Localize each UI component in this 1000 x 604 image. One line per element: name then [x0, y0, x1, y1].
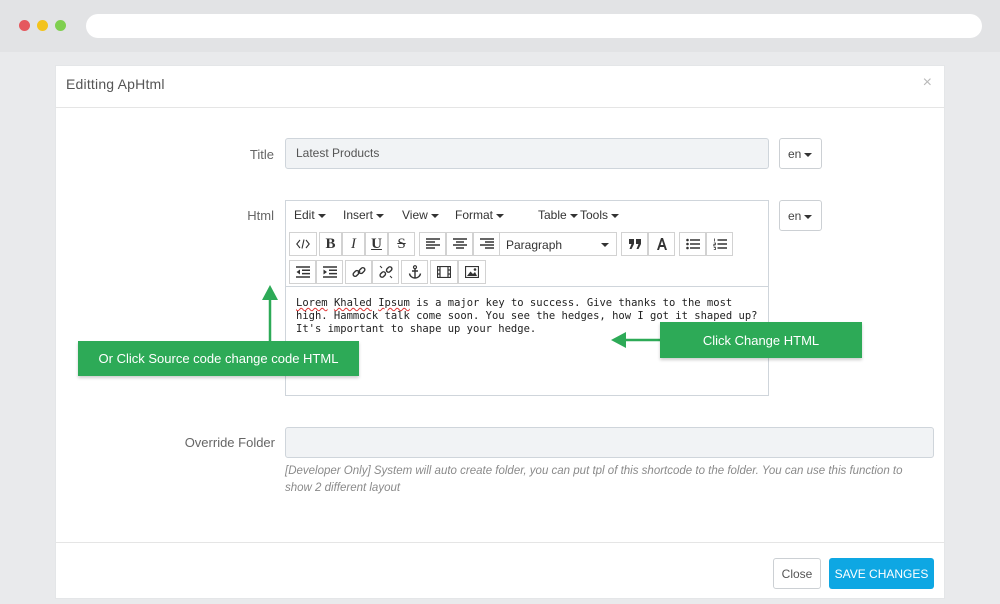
override-folder-input[interactable] [285, 427, 934, 458]
save-changes-button[interactable]: SAVE CHANGES [829, 558, 934, 589]
close-button[interactable]: Close [773, 558, 821, 589]
outdent-icon[interactable] [289, 260, 316, 284]
browser-chrome [0, 0, 1000, 52]
align-center-icon[interactable] [446, 232, 473, 256]
menu-table[interactable]: Table [538, 208, 578, 222]
text-color-icon[interactable] [648, 232, 675, 256]
chevron-down-icon [569, 213, 578, 218]
content-word: Lorem [296, 297, 328, 309]
menu-table-label: Table [538, 208, 567, 222]
close-window-dot[interactable] [19, 20, 30, 31]
chevron-down-icon [376, 213, 385, 218]
image-icon[interactable] [458, 260, 486, 284]
editor-menubar: Edit Insert View Format Table Tools [286, 201, 768, 229]
address-bar[interactable] [86, 14, 982, 38]
anchor-icon[interactable] [401, 260, 428, 284]
override-folder-label: Override Folder [184, 435, 275, 450]
chevron-down-icon [611, 213, 620, 218]
align-left-icon[interactable] [419, 232, 446, 256]
editor-toolbar: B I U S Paragraph [286, 229, 768, 287]
html-label: Html [247, 208, 274, 223]
chevron-down-icon [601, 243, 609, 247]
menu-tools[interactable]: Tools [580, 208, 620, 222]
menu-view-label: View [402, 208, 428, 222]
strikethrough-icon[interactable]: S [388, 232, 415, 256]
modal-header: Editting ApHtml × [56, 66, 944, 108]
format-select[interactable]: Paragraph [499, 232, 617, 256]
menu-edit-label: Edit [294, 208, 315, 222]
chevron-down-icon [804, 214, 813, 219]
change-html-callout: Click Change HTML [660, 322, 862, 358]
unlink-icon[interactable] [372, 260, 399, 284]
bold-icon[interactable]: B [319, 232, 342, 256]
footer-divider [56, 542, 944, 543]
chevron-down-icon [496, 213, 505, 218]
content-word: Ipsum [378, 297, 410, 309]
numbered-list-icon[interactable] [706, 232, 733, 256]
title-language-value: en [788, 147, 802, 161]
chevron-down-icon [804, 152, 813, 157]
minimize-window-dot[interactable] [37, 20, 48, 31]
underline-icon[interactable]: U [365, 232, 388, 256]
menu-tools-label: Tools [580, 208, 609, 222]
menu-insert-label: Insert [343, 208, 374, 222]
maximize-window-dot[interactable] [55, 20, 66, 31]
source-code-icon[interactable] [289, 232, 317, 256]
help-text: [Developer Only] System will auto create… [285, 465, 903, 494]
bullet-list-icon[interactable] [679, 232, 706, 256]
content-word: Khaled [333, 297, 372, 309]
html-language-value: en [788, 209, 802, 223]
align-right-icon[interactable] [473, 232, 500, 256]
modal-title: Editting ApHtml [66, 76, 165, 92]
html-language-dropdown[interactable]: en [779, 200, 822, 231]
title-language-dropdown[interactable]: en [779, 138, 822, 169]
media-icon[interactable] [430, 260, 458, 284]
format-select-value: Paragraph [506, 238, 563, 252]
title-input[interactable]: Latest Products [285, 138, 769, 169]
menu-format-label: Format [455, 208, 494, 222]
title-label: Title [249, 147, 274, 162]
source-code-callout: Or Click Source code change code HTML [78, 341, 359, 376]
close-icon[interactable]: × [923, 75, 932, 91]
menu-edit[interactable]: Edit [294, 208, 326, 222]
menu-format[interactable]: Format [455, 208, 505, 222]
indent-icon[interactable] [316, 260, 343, 284]
blockquote-icon[interactable] [621, 232, 648, 256]
link-icon[interactable] [345, 260, 372, 284]
chevron-down-icon [430, 213, 439, 218]
italic-icon[interactable]: I [342, 232, 365, 256]
chevron-down-icon [317, 213, 326, 218]
menu-view[interactable]: View [402, 208, 439, 222]
menu-insert[interactable]: Insert [343, 208, 385, 222]
